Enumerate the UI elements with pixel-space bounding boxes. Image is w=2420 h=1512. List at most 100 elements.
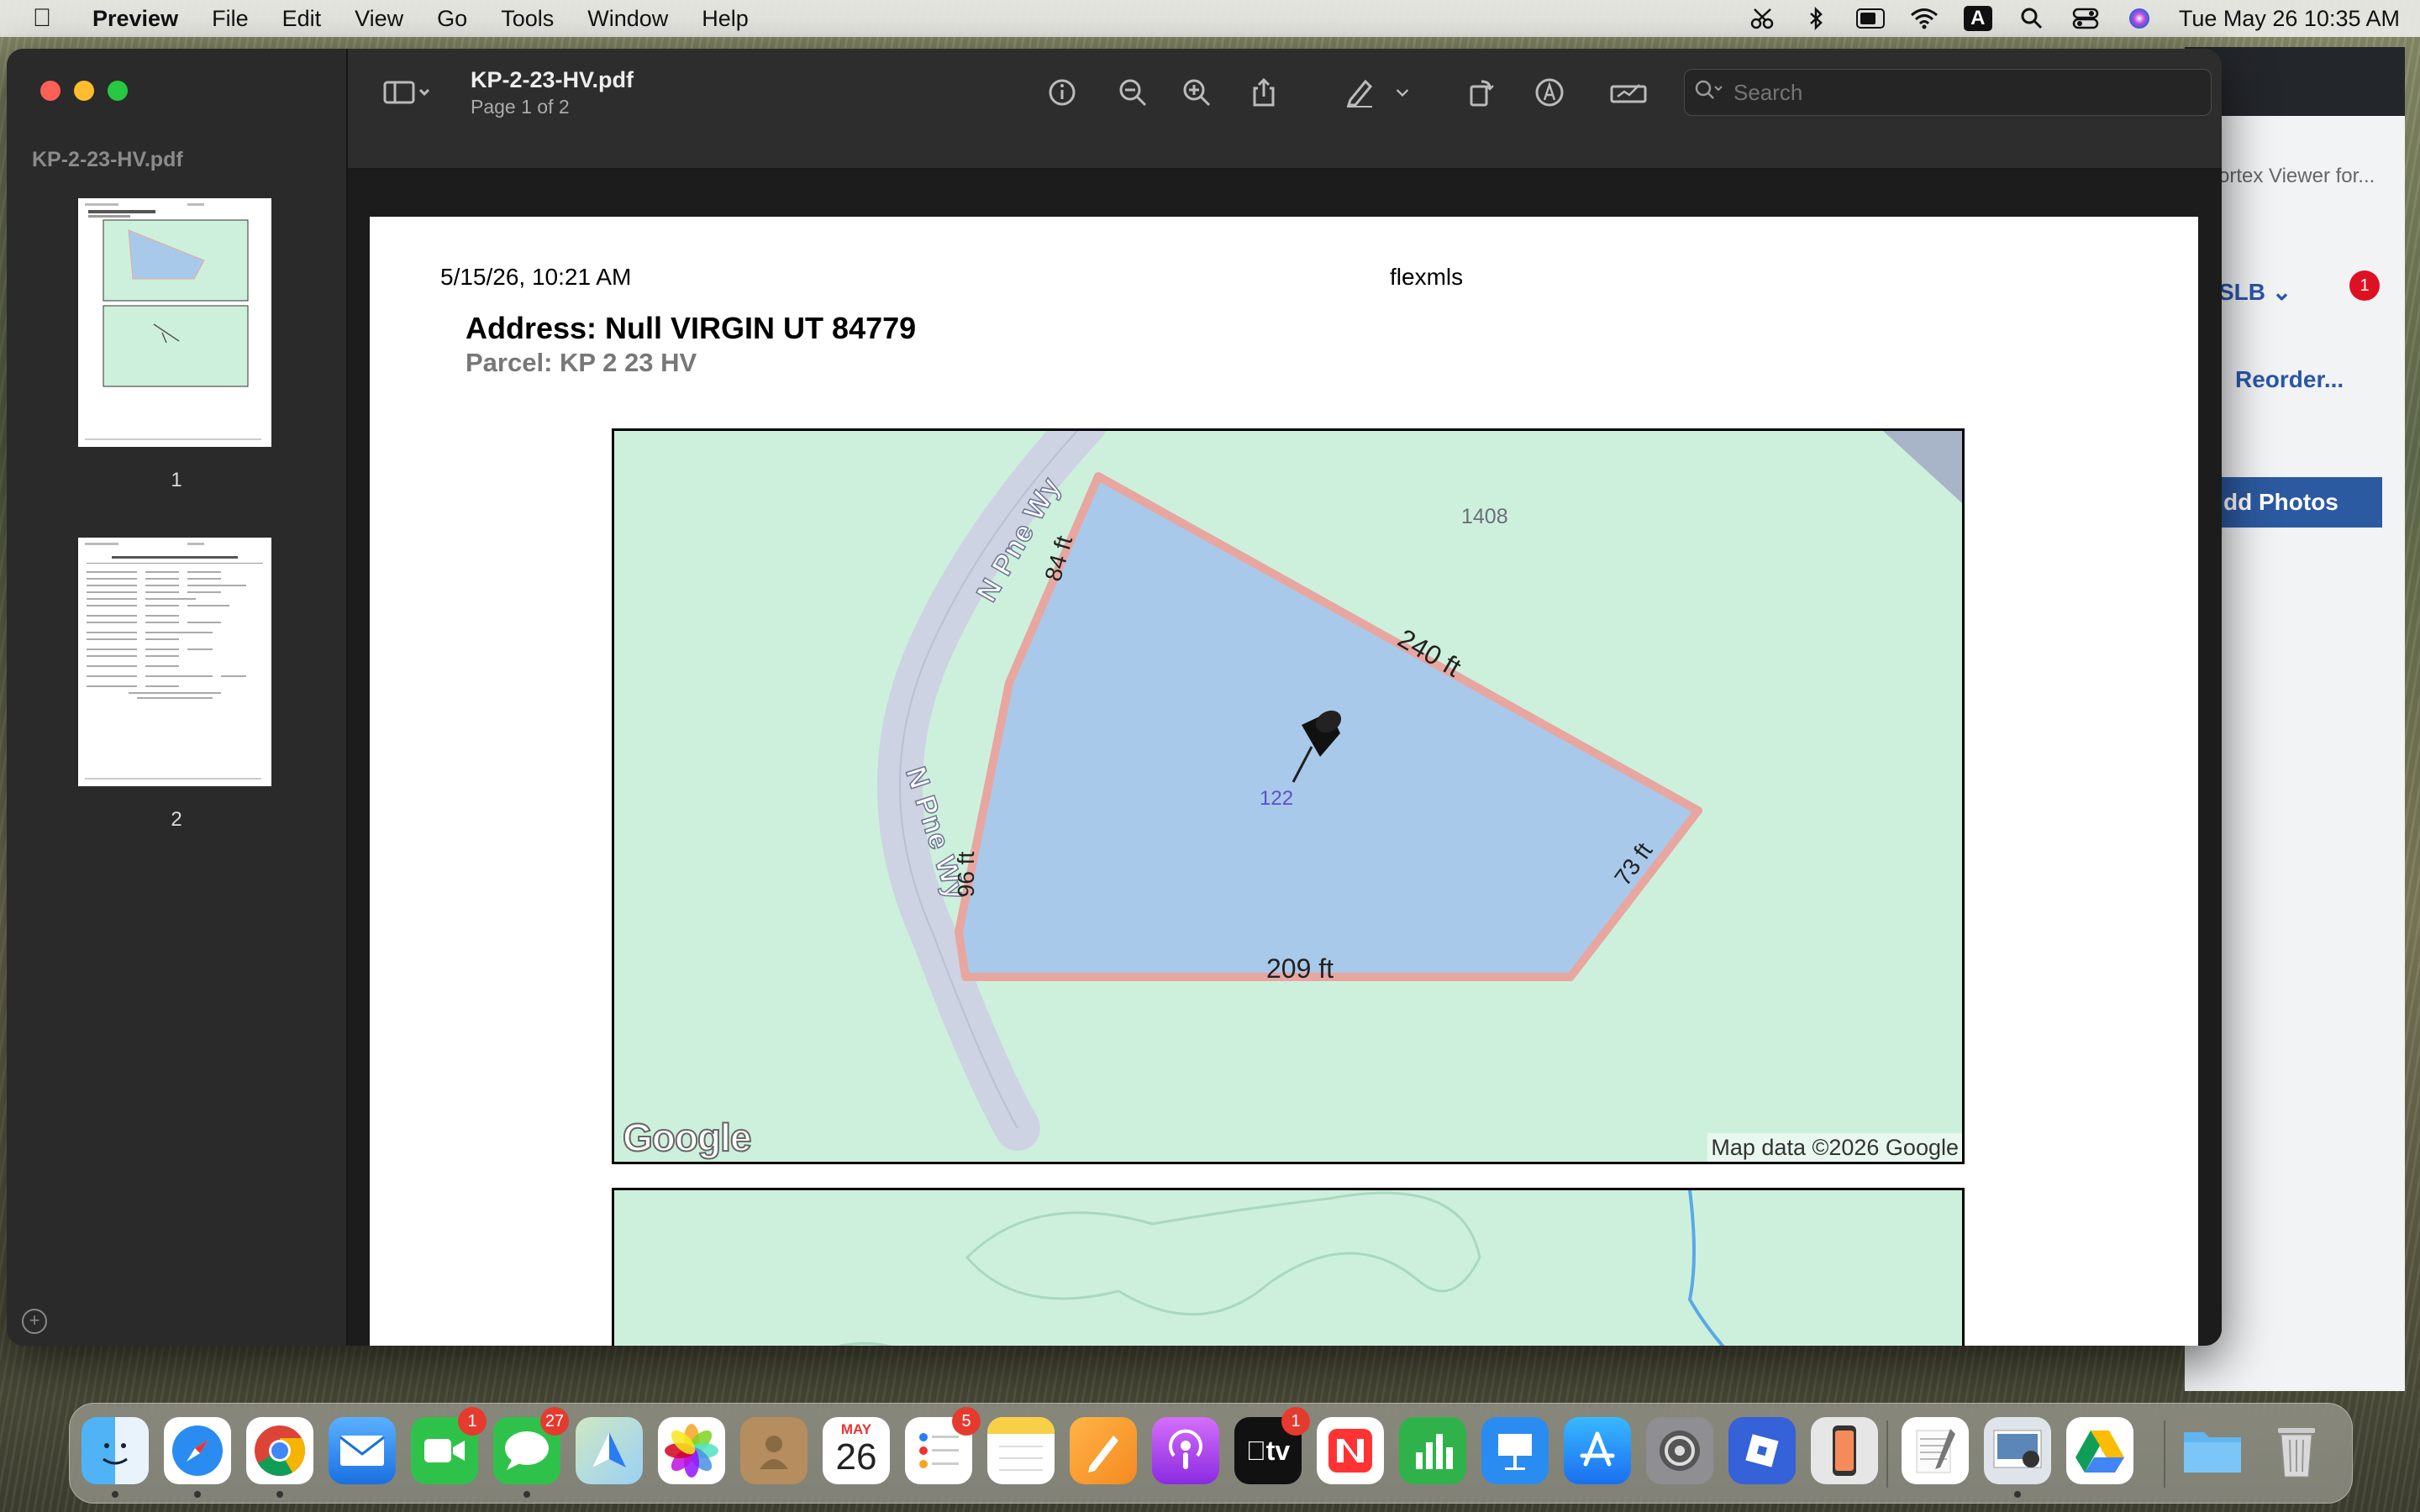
- menu-clock[interactable]: Tue May 26 10:35 AM: [2179, 6, 2400, 32]
- bluetooth-icon[interactable]: [1802, 7, 1831, 30]
- terrain-map: [612, 1188, 1965, 1346]
- control-center-icon[interactable]: [2071, 8, 2100, 29]
- property-address: Address: Null VIRGIN UT 84779: [466, 311, 917, 345]
- reminders-icon[interactable]: 5: [905, 1407, 981, 1484]
- page-indicator: Page 1 of 2: [471, 96, 570, 118]
- finder-icon[interactable]: [82, 1417, 149, 1484]
- input-source-icon[interactable]: A: [1963, 6, 1992, 31]
- menu-app-name[interactable]: Preview: [92, 6, 178, 32]
- search-icon: [1693, 78, 1723, 108]
- mail-icon[interactable]: [329, 1417, 396, 1484]
- zoom-window-button[interactable]: [108, 81, 128, 101]
- calendar-icon[interactable]: MAY 26: [823, 1417, 890, 1484]
- battery-icon[interactable]: [1855, 8, 1885, 29]
- markup-highlight-button[interactable]: [1339, 72, 1380, 113]
- system-settings-icon[interactable]: [1646, 1417, 1713, 1484]
- document-canvas[interactable]: 5/15/26, 10:21 AM flexmls Address: Null …: [348, 170, 2222, 1346]
- safari-icon[interactable]: [164, 1417, 231, 1484]
- podcasts-icon[interactable]: [1152, 1417, 1219, 1484]
- pin-label: 122: [1260, 787, 1294, 810]
- info-button[interactable]: [1042, 72, 1082, 113]
- tv-badge: 1: [1281, 1407, 1310, 1436]
- signature-button[interactable]: [1603, 72, 1654, 113]
- chrome-icon[interactable]: [246, 1417, 313, 1484]
- minimize-window-button[interactable]: [74, 81, 94, 101]
- account-label: SLB: [2218, 279, 2265, 305]
- wifi-icon[interactable]: [1910, 8, 1939, 29]
- calendar-day: 26: [835, 1436, 877, 1478]
- thumbnail-label-2: 2: [171, 808, 182, 831]
- textedit-icon[interactable]: [1902, 1417, 1969, 1484]
- document-title: KP-2-23-HV.pdf: [471, 67, 634, 92]
- background-tab-title[interactable]: ortex Viewer for...: [2218, 165, 2375, 188]
- menu-file[interactable]: File: [212, 6, 249, 32]
- parcel-number-label: 1408: [1461, 505, 1508, 528]
- menu-edit[interactable]: Edit: [282, 6, 322, 32]
- search-field[interactable]: [1684, 69, 2212, 116]
- rotate-button[interactable]: [1460, 72, 1501, 113]
- edge-label-96: 96 ft: [953, 851, 980, 898]
- roblox-icon[interactable]: [1728, 1417, 1796, 1484]
- close-window-button[interactable]: [40, 81, 60, 101]
- news-icon[interactable]: [1317, 1417, 1384, 1484]
- google-logo: Google: [622, 1115, 752, 1160]
- folder-icon[interactable]: [2179, 1417, 2246, 1484]
- add-page-icon[interactable]: +: [22, 1309, 47, 1334]
- page-thumbnail-2[interactable]: [78, 538, 271, 786]
- reminders-badge: 5: [952, 1407, 981, 1436]
- map-attribution: Map data ©2026 Google: [1707, 1133, 1962, 1162]
- trash-icon[interactable]: [2263, 1417, 2330, 1484]
- apple-icon[interactable]: : [17, 4, 67, 33]
- page-thumbnail-1[interactable]: [78, 198, 271, 447]
- sidebar-toggle-button[interactable]: [373, 72, 440, 113]
- contacts-icon[interactable]: [740, 1417, 808, 1484]
- menu-tools[interactable]: Tools: [501, 6, 554, 32]
- chevron-down-icon[interactable]: [1390, 72, 1415, 113]
- spotlight-search-icon[interactable]: [2018, 8, 2046, 29]
- siri-icon[interactable]: [2125, 8, 2154, 29]
- apple-tv-icon[interactable]: tv 1: [1234, 1407, 1310, 1484]
- menu-bar:  Preview File Edit View Go Tools Window…: [0, 0, 2420, 37]
- toolbar: KP-2-23-HV.pdf Page 1 of 2: [348, 49, 2222, 170]
- numbers-icon[interactable]: [1399, 1417, 1466, 1484]
- photos-icon[interactable]: [658, 1417, 725, 1484]
- pages-icon[interactable]: [1070, 1417, 1137, 1484]
- notification-badge[interactable]: 1: [2349, 270, 2380, 301]
- thumbnail-sidebar: KP-2-23-HV.pdf 1 2 +: [7, 49, 348, 1346]
- thumbnail-label-1: 1: [171, 469, 182, 491]
- keynote-icon[interactable]: [1481, 1417, 1549, 1484]
- maps-icon[interactable]: [576, 1417, 643, 1484]
- scissors-icon[interactable]: [1749, 8, 1777, 29]
- dock: 1 27 MAY 26 5 tv 1: [69, 1403, 2353, 1504]
- page-header-date: 5/15/26, 10:21 AM: [440, 264, 632, 290]
- menu-go[interactable]: Go: [437, 6, 467, 32]
- parcel-id: Parcel: KP 2 23 HV: [466, 348, 697, 377]
- page-header-brand: flexmls: [1390, 264, 1464, 290]
- google-drive-icon[interactable]: [2066, 1417, 2133, 1484]
- messages-icon[interactable]: 27: [493, 1407, 569, 1484]
- search-input[interactable]: [1732, 78, 2172, 107]
- edge-label-209: 209 ft: [1266, 953, 1334, 984]
- pdf-page-1: 5/15/26, 10:21 AM flexmls Address: Null …: [370, 217, 2198, 1346]
- notes-icon[interactable]: [987, 1417, 1055, 1484]
- sidebar-document-title: KP-2-23-HV.pdf: [32, 148, 183, 171]
- add-photos-button[interactable]: dd Photos: [2202, 477, 2382, 528]
- menu-view[interactable]: View: [355, 6, 403, 32]
- markup-button[interactable]: [1529, 72, 1570, 113]
- menu-window[interactable]: Window: [587, 6, 668, 32]
- tv-label: tv: [1255, 1435, 1290, 1466]
- menu-help[interactable]: Help: [702, 6, 749, 32]
- zoom-out-button[interactable]: [1113, 72, 1153, 113]
- preview-icon[interactable]: [1984, 1417, 2051, 1484]
- iphone-mirroring-icon[interactable]: [1811, 1417, 1878, 1484]
- app-store-icon[interactable]: [1564, 1417, 1631, 1484]
- messages-badge: 27: [540, 1407, 569, 1436]
- facetime-icon[interactable]: 1: [411, 1407, 487, 1484]
- account-menu[interactable]: SLB ⌄: [2218, 278, 2291, 306]
- menu-extras: A Tue May 26 10:35 AM: [1749, 0, 2400, 37]
- share-button[interactable]: [1244, 72, 1284, 113]
- facetime-badge: 1: [458, 1407, 487, 1436]
- reorder-link[interactable]: Reorder...: [2235, 366, 2344, 393]
- zoom-in-button[interactable]: [1176, 72, 1217, 113]
- parcel-map: N Pne Wy N Pne Wy 1408 122 84 ft 240 ft …: [612, 428, 1965, 1164]
